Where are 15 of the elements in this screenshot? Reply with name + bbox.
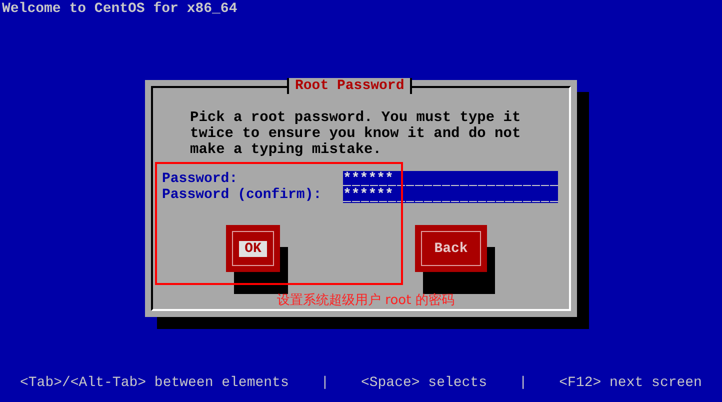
status-hint: <Tab>/<Alt-Tab> between elements <box>20 375 289 391</box>
annotation-caption: 设置系统超级用户 root 的密码 <box>277 292 454 309</box>
field-label: Password: <box>162 171 239 187</box>
dialog-title: Root Password <box>287 78 412 94</box>
status-hint: | <box>320 375 330 391</box>
dialog-button[interactable]: OK <box>226 225 280 272</box>
password-field[interactable]: ****** <box>343 187 558 203</box>
dialog-message: Pick a root password. You must type it twice to ensure you know it and do not make a typing mistake. <box>190 110 522 158</box>
status-hint: <Space> selects <box>360 375 487 391</box>
password-field[interactable]: ****** <box>343 171 558 187</box>
field-label: Password (confirm): <box>162 187 323 203</box>
status-hint: <F12> next screen <box>559 375 702 391</box>
top-bar-title: Welcome to CentOS for x86_64 <box>1 0 238 18</box>
status-hint: | <box>518 375 528 391</box>
dialog-button[interactable]: Back <box>415 225 487 272</box>
